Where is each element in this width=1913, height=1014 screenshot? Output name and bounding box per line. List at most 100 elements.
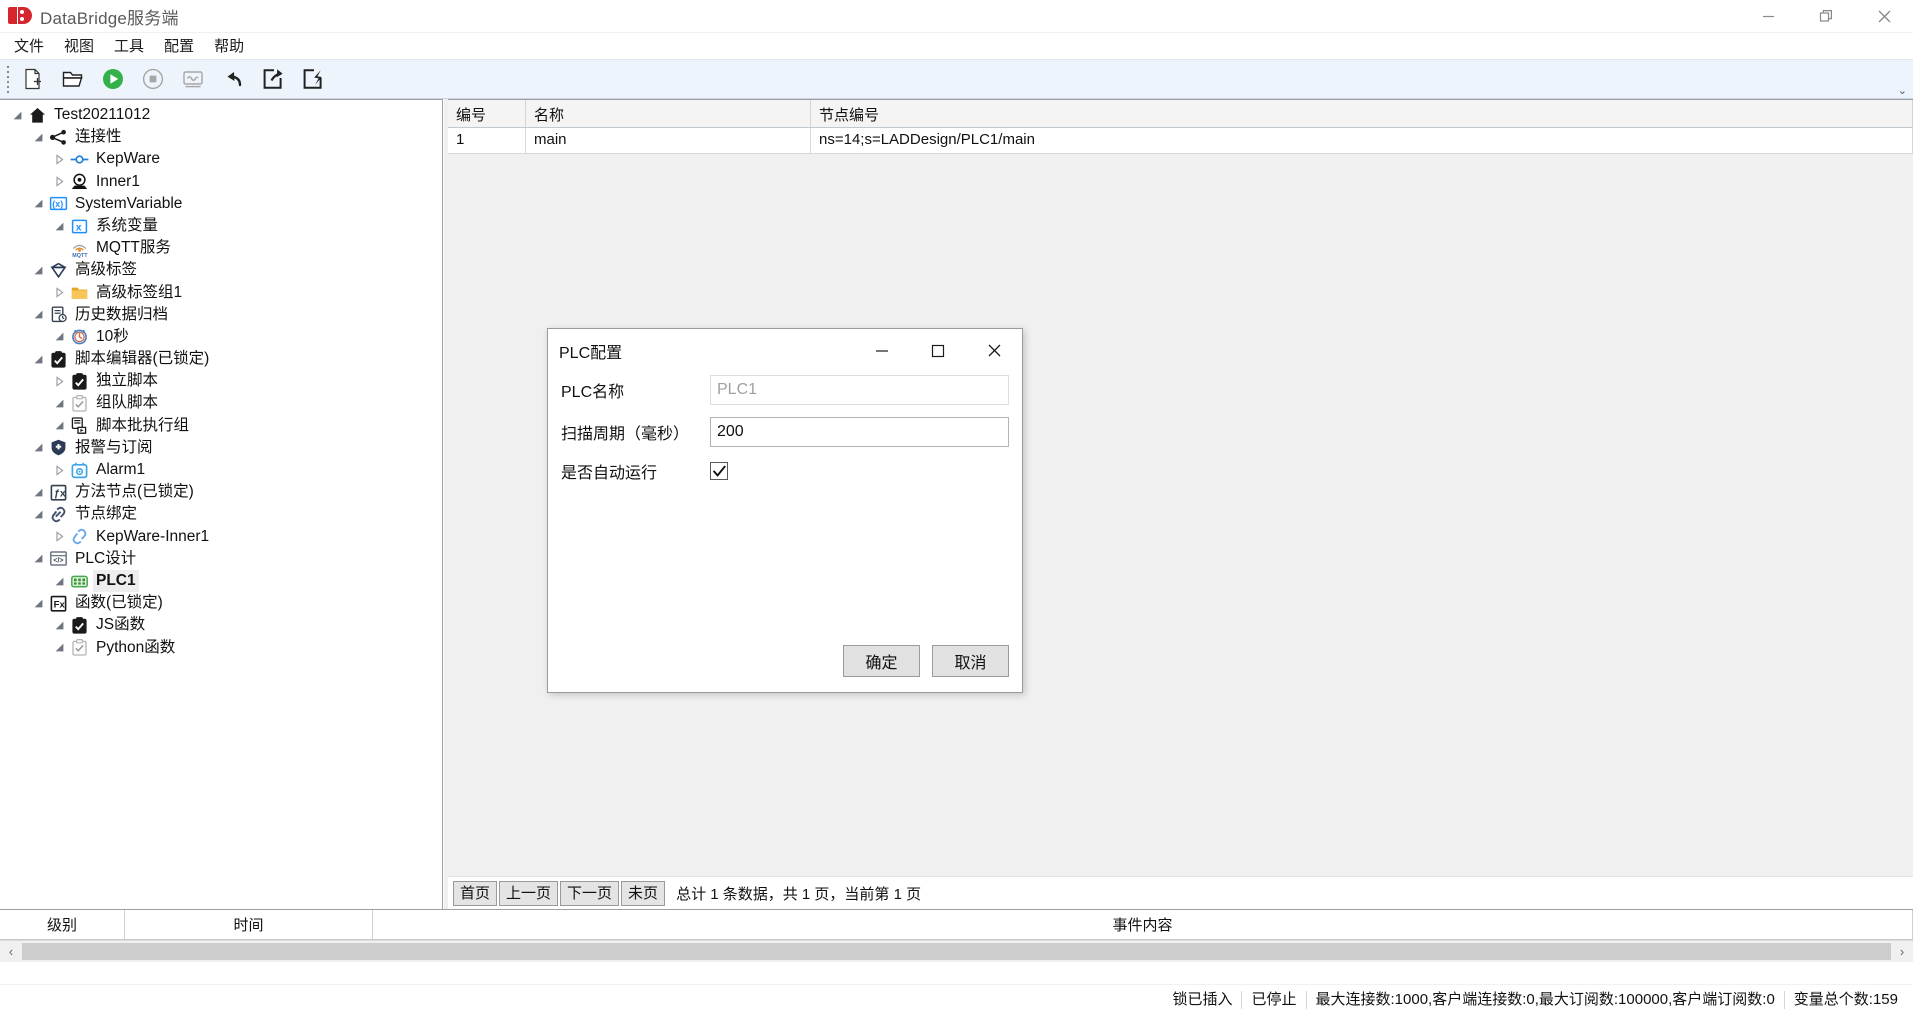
tree-node[interactable]: KepWare [0, 148, 442, 170]
menu-item-view[interactable]: 视图 [54, 32, 104, 60]
project-tree[interactable]: Test20211012 连接性 KepWare Inner1 (x) SystemVar… [0, 100, 442, 659]
scroll-left-icon[interactable]: ‹ [0, 941, 22, 962]
expand-arrow-icon[interactable] [50, 637, 68, 659]
dialog-close-button[interactable] [966, 329, 1022, 372]
tree-node[interactable]: Python函数 [0, 637, 442, 659]
tree-node[interactable]: </> PLC设计 [0, 548, 442, 570]
expand-arrow-icon[interactable] [29, 437, 47, 459]
log-col-time[interactable]: 时间 [125, 910, 373, 939]
tree-node[interactable]: 节点绑定 [0, 503, 442, 525]
toolbar-grip[interactable] [3, 63, 13, 95]
expand-arrow-icon[interactable] [8, 104, 26, 126]
expand-arrow-icon[interactable] [29, 503, 47, 525]
tree-node[interactable]: Alarm1 [0, 459, 442, 481]
pager-last-button[interactable]: 未页 [621, 880, 666, 906]
tree-node-label: SystemVariable [75, 194, 183, 212]
log-col-content[interactable]: 事件内容 [373, 910, 1913, 939]
dialog-maximize-button[interactable] [910, 329, 966, 372]
tree-node[interactable]: Fx 函数(已锁定) [0, 592, 442, 614]
toolbar-open-button[interactable] [54, 62, 92, 96]
expand-arrow-icon[interactable] [29, 304, 47, 326]
toolbar-import-button[interactable] [294, 62, 332, 96]
tree-node[interactable]: 高级标签 [0, 259, 442, 281]
scroll-right-icon[interactable]: › [1891, 941, 1913, 962]
collapse-arrow-icon[interactable] [50, 148, 68, 170]
app-logo-icon [8, 6, 34, 26]
menu-item-tools[interactable]: 工具 [104, 32, 154, 60]
menu-item-config[interactable]: 配置 [154, 32, 204, 60]
window-minimize-button[interactable] [1739, 0, 1797, 33]
collapse-arrow-icon[interactable] [50, 282, 68, 304]
expand-arrow-icon[interactable] [50, 393, 68, 415]
dialog-ok-button[interactable]: 确定 [843, 645, 920, 677]
expand-arrow-icon[interactable] [29, 193, 47, 215]
expand-arrow-icon[interactable] [50, 614, 68, 636]
collapse-arrow-icon[interactable] [50, 526, 68, 548]
toolbar-new-button[interactable] [14, 62, 52, 96]
pager-first-button[interactable]: 首页 [453, 880, 498, 906]
table-row[interactable]: 1 main ns=14;s=LADDesign/PLC1/main [448, 128, 1913, 154]
tree-node[interactable]: Test20211012 [0, 104, 442, 126]
toolbar-start-button[interactable] [94, 62, 132, 96]
toolbar-undo-button[interactable] [214, 62, 252, 96]
toolbar-monitor-button[interactable] [174, 62, 212, 96]
tree-node[interactable]: 历史数据归档 [0, 304, 442, 326]
svg-text:(x): (x) [52, 199, 63, 209]
tree-node[interactable]: 报警与订阅 [0, 437, 442, 459]
window-restore-button[interactable] [1797, 0, 1855, 33]
tree-node[interactable]: Inner1 [0, 171, 442, 193]
expand-arrow-icon[interactable] [29, 259, 47, 281]
pager-prev-button[interactable]: 上一页 [499, 880, 559, 906]
close-icon [1878, 10, 1890, 23]
toolbar-stop-button[interactable] [134, 62, 172, 96]
expand-arrow-icon[interactable] [29, 548, 47, 570]
expand-arrow-icon[interactable] [50, 415, 68, 437]
grid-cell-nodeid: ns=14;s=LADDesign/PLC1/main [811, 128, 1913, 153]
menu-item-file[interactable]: 文件 [4, 32, 54, 60]
log-col-level[interactable]: 级别 [0, 910, 125, 939]
tree-node[interactable]: 连接性 [0, 126, 442, 148]
tree-node[interactable]: KepWare-Inner1 [0, 526, 442, 548]
dialog-minimize-button[interactable] [854, 329, 910, 372]
window-close-button[interactable] [1855, 0, 1913, 33]
clock-icon [68, 327, 90, 347]
expand-arrow-icon[interactable] [50, 326, 68, 348]
expand-arrow-icon[interactable] [29, 592, 47, 614]
log-horizontal-scrollbar[interactable]: ‹ › [0, 940, 1913, 962]
tree-node[interactable]: 脚本编辑器(已锁定) [0, 348, 442, 370]
tree-node[interactable]: x 系统变量 [0, 215, 442, 237]
toolbar-overflow-chevron[interactable]: ⌄ [1898, 84, 1907, 97]
tree-node[interactable]: JS函数 [0, 614, 442, 636]
tree-node[interactable]: 10秒 [0, 326, 442, 348]
grid-col-name[interactable]: 名称 [526, 100, 811, 127]
toolbar-export-button[interactable] [254, 62, 292, 96]
tree-node[interactable]: 脚本批执行组 [0, 415, 442, 437]
collapse-arrow-icon[interactable] [50, 370, 68, 392]
expand-arrow-icon[interactable] [50, 570, 68, 592]
expand-arrow-icon[interactable] [29, 481, 47, 503]
expand-arrow-icon[interactable] [29, 126, 47, 148]
scroll-track[interactable] [22, 941, 1891, 962]
autorun-checkbox[interactable] [710, 462, 728, 480]
tree-node[interactable]: 高级标签组1 [0, 282, 442, 304]
scroll-thumb[interactable] [22, 943, 1891, 960]
tree-node[interactable]: 独立脚本 [0, 370, 442, 392]
tree-node[interactable]: PLC1 [0, 569, 442, 593]
tree-node[interactable]: (x) SystemVariable [0, 193, 442, 215]
tree-node[interactable]: MQTT MQTT服务 [0, 237, 442, 259]
dialog-cancel-button[interactable]: 取消 [932, 645, 1009, 677]
tree-node[interactable]: ƒx 方法节点(已锁定) [0, 481, 442, 503]
collapse-arrow-icon[interactable] [50, 171, 68, 193]
grid-col-nodeid[interactable]: 节点编号 [811, 100, 1913, 127]
expand-arrow-icon[interactable] [50, 215, 68, 237]
plc-name-input[interactable] [710, 375, 1009, 405]
tree-node[interactable]: 组队脚本 [0, 392, 442, 414]
svg-text:Fx: Fx [53, 599, 65, 610]
grid-col-id[interactable]: 编号 [448, 100, 526, 127]
shield-icon [47, 438, 69, 458]
menu-item-help[interactable]: 帮助 [204, 32, 254, 60]
collapse-arrow-icon[interactable] [50, 459, 68, 481]
pager-next-button[interactable]: 下一页 [560, 880, 620, 906]
expand-arrow-icon[interactable] [29, 348, 47, 370]
scan-cycle-input[interactable] [710, 417, 1009, 447]
